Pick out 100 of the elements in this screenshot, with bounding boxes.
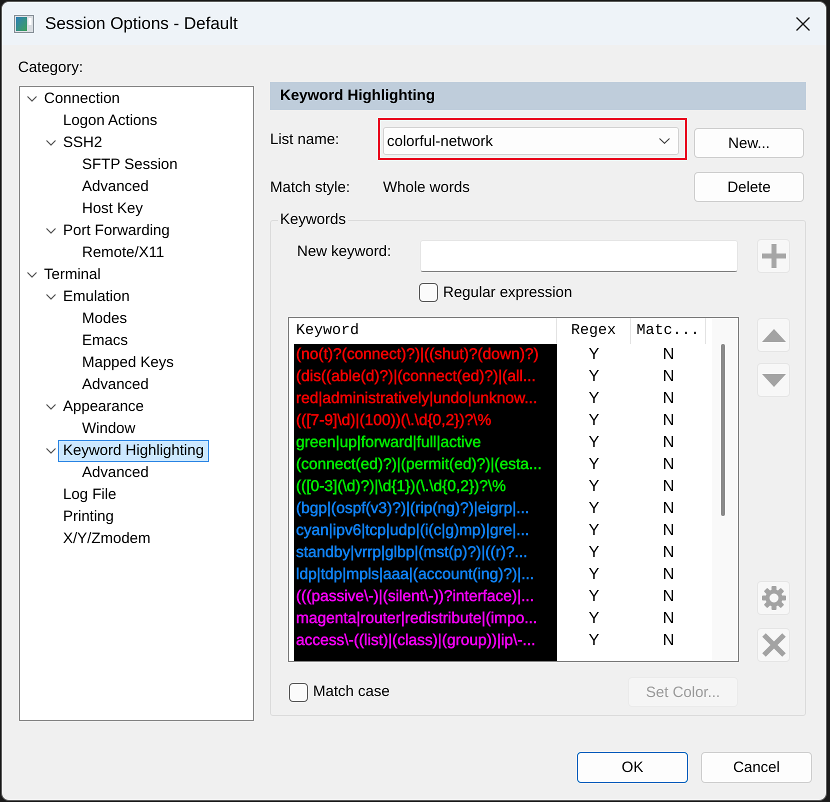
tree-item[interactable]: Remote/X11	[77, 242, 170, 264]
table-cell-text: N	[662, 433, 676, 453]
scrollbar-thumb[interactable]	[721, 344, 725, 516]
ok-button[interactable]: OK	[577, 752, 688, 783]
category-label: Category:	[18, 58, 84, 78]
checkbox-label: Match case	[313, 683, 390, 701]
new-keyword-label: New keyword:	[297, 243, 392, 261]
scrollbar[interactable]	[712, 318, 738, 661]
chevron-down-icon[interactable]	[46, 294, 56, 300]
column-header[interactable]: Matc...	[631, 318, 706, 344]
tree-item[interactable]: SFTP Session	[77, 154, 183, 176]
match-style-label: Match style:	[270, 178, 352, 196]
keyword-text[interactable]: ldp|tdp|mpls|aaa|(account(ing)?)|...	[296, 566, 534, 584]
keyword-text[interactable]: standby|vrrp|glbp|(mst(p)?)|((r)?...	[296, 544, 528, 562]
tree-item[interactable]: Logon Actions	[58, 110, 162, 132]
tree-item[interactable]: Mapped Keys	[77, 352, 179, 374]
chevron-down-icon[interactable]	[46, 404, 56, 410]
table-cell-text: N	[662, 367, 676, 387]
table-cell-text: Y	[588, 477, 600, 497]
keyword-text[interactable]: (([7-9]\d)|(100))(\.\d{0,2})?\%	[296, 412, 492, 430]
delete-button[interactable]: Delete	[694, 172, 804, 202]
new-keyword-field[interactable]	[420, 240, 738, 272]
chevron-down-icon[interactable]	[27, 272, 37, 278]
match-style-value: Whole words	[383, 178, 471, 196]
cancel-button[interactable]: Cancel	[701, 752, 812, 783]
triangle-down-icon	[762, 374, 786, 386]
tree-item[interactable]: Emacs	[77, 330, 133, 352]
window-title: Session Options - Default	[45, 14, 238, 34]
keyword-text[interactable]: red|administratively|undo|unknow...	[296, 390, 538, 408]
tree-item[interactable]: Log File	[58, 484, 122, 506]
table-cell-text: N	[662, 609, 676, 629]
table-cell-text: N	[662, 543, 676, 563]
close-icon	[796, 16, 810, 30]
keyword-text[interactable]: (((passive\-)|(silent\-))?interface)|...	[296, 588, 534, 606]
table-cell-text: N	[662, 411, 676, 431]
new-button[interactable]: New...	[694, 128, 804, 158]
tree-item[interactable]: Window	[77, 418, 140, 440]
table-cell-text: Y	[588, 411, 600, 431]
table-cell-text: Y	[588, 565, 600, 585]
keyword-text[interactable]: (dis((able(d)?)|(connect(ed)?)|(all...	[296, 368, 536, 386]
table-cell-text: N	[662, 631, 676, 651]
checkbox[interactable]	[289, 682, 308, 702]
table-cell-text: Y	[588, 433, 600, 453]
column-header[interactable]: Regex	[557, 318, 631, 344]
triangle-up-icon	[762, 328, 786, 342]
tree-item[interactable]: Connection	[39, 88, 125, 110]
tree-item[interactable]: Keyword Highlighting	[58, 440, 209, 462]
tree-item[interactable]: Appearance	[58, 396, 149, 418]
table-cell-text: N	[662, 345, 676, 365]
table-cell-text: N	[662, 521, 676, 541]
table-cell-text: N	[662, 389, 676, 409]
table-cell-text: N	[662, 455, 676, 475]
chevron-down-icon[interactable]	[27, 96, 37, 102]
checkbox[interactable]	[419, 283, 438, 302]
table-cell-text: Y	[588, 389, 600, 409]
table-cell-text: Y	[588, 543, 600, 563]
table-cell-text: Y	[588, 455, 600, 475]
chevron-down-icon[interactable]	[46, 448, 56, 454]
keyword-text[interactable]: magenta|router|redistribute|(impo...	[296, 610, 538, 628]
table-cell-text: Y	[588, 499, 600, 519]
tree-item[interactable]: Printing	[58, 506, 119, 528]
table-cell-text: N	[662, 565, 676, 585]
table-cell-text: Y	[588, 367, 600, 387]
tree-item[interactable]: Emulation	[58, 286, 135, 308]
table-cell-text: Y	[588, 631, 600, 651]
table-cell-text: N	[662, 587, 676, 607]
table-cell-text: Y	[588, 345, 600, 365]
table-cell-text: Y	[588, 521, 600, 541]
keyword-text[interactable]: (no(t)?(connect)?)|((shut)?(down)?)	[296, 346, 539, 364]
section-header: Keyword Highlighting	[270, 82, 806, 110]
keyword-text[interactable]: (connect(ed)?)|(permit(ed)?)|(esta...	[296, 456, 542, 474]
tree-item[interactable]: Terminal	[39, 264, 106, 286]
list-name-dropdown[interactable]: colorful-network	[383, 127, 679, 155]
tree-item[interactable]: Advanced	[77, 176, 154, 198]
keyword-text[interactable]: access\-((list)|(class)|(group))|ip\-...	[296, 632, 536, 650]
keyword-text[interactable]: (([0-3](\d)?)|\d{1})(\.\d{0,2})?\%	[296, 478, 506, 496]
table-cell-text: N	[662, 477, 676, 497]
keyword-text[interactable]: cyan|ipv6|tcp|udp|(i(c|g)mp)|gre|...	[296, 522, 530, 540]
tree-item[interactable]: Advanced	[77, 374, 154, 396]
table-cell-text: N	[662, 499, 676, 519]
group-title: Keywords	[279, 211, 347, 229]
table-cell-text: Y	[588, 609, 600, 629]
gear-icon	[762, 586, 786, 610]
plus-icon	[762, 244, 786, 268]
tree-item[interactable]: Modes	[77, 308, 132, 330]
tree-item[interactable]: Advanced	[77, 462, 154, 484]
tree-item[interactable]: Host Key	[77, 198, 148, 220]
chevron-down-icon[interactable]	[46, 228, 56, 234]
checkbox-label: Regular expression	[443, 284, 572, 302]
table-cell-text: Y	[588, 587, 600, 607]
cross-icon	[762, 633, 786, 657]
tree-item[interactable]: SSH2	[58, 132, 108, 154]
keyword-text[interactable]: (bgp|(ospf(v3)?)|(rip(ng)?)|eigrp|...	[296, 500, 530, 518]
chevron-down-icon	[659, 138, 670, 144]
app-icon	[14, 14, 34, 32]
tree-item[interactable]: Port Forwarding	[58, 220, 175, 242]
list-name-label: List name:	[270, 130, 340, 148]
chevron-down-icon[interactable]	[46, 140, 56, 146]
keyword-text[interactable]: green|up|forward|full|active	[296, 434, 481, 452]
tree-item[interactable]: X/Y/Zmodem	[58, 528, 156, 550]
